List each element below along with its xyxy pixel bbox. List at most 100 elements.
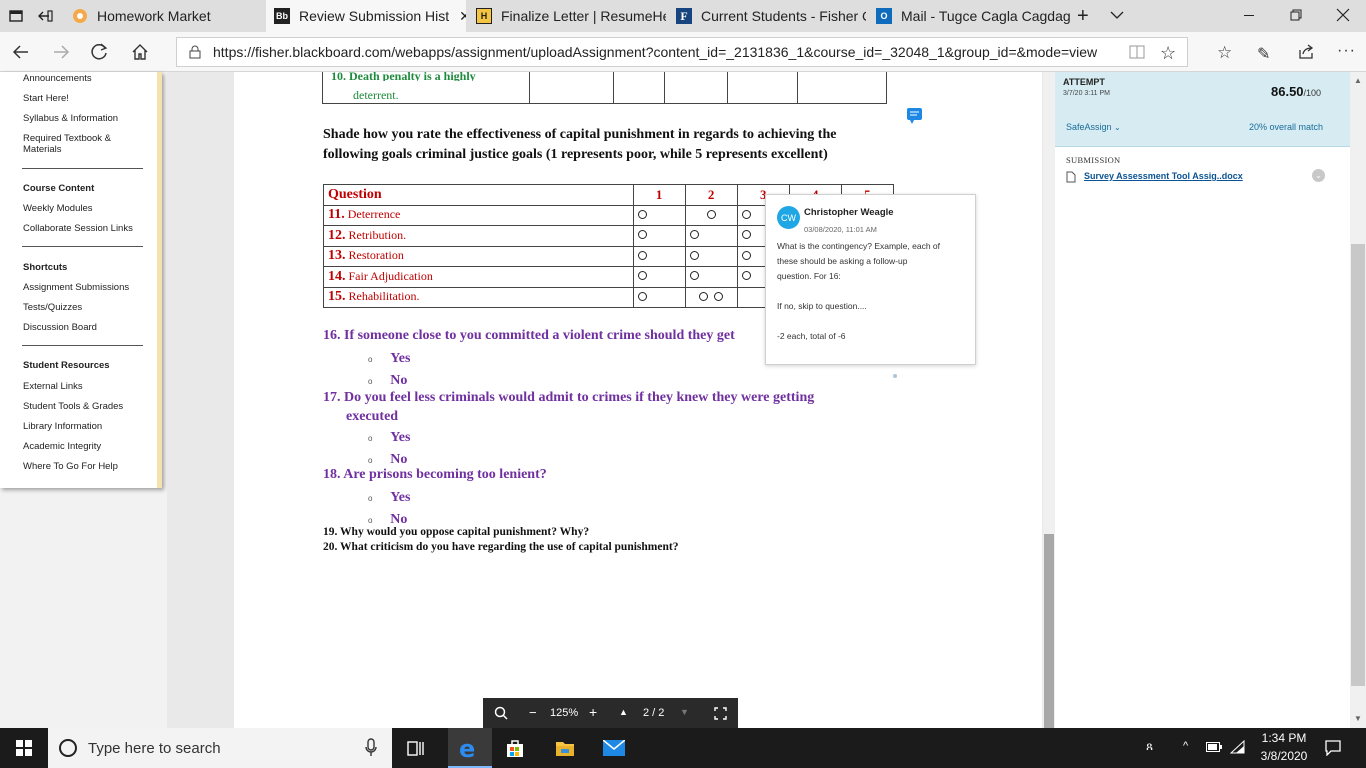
rating-cell[interactable] bbox=[684, 266, 738, 288]
tab-homework-market[interactable]: Homework Market bbox=[72, 0, 266, 32]
rating-cell[interactable] bbox=[684, 204, 738, 226]
sidebar-item-start-here[interactable]: Start Here! bbox=[23, 93, 69, 104]
sidebar-item-collaborate[interactable]: Collaborate Session Links bbox=[23, 223, 133, 234]
document-viewer-toolbar: − 125% + ▲ 2 / 2 ▼ bbox=[483, 698, 738, 728]
rating-cell[interactable] bbox=[632, 204, 686, 226]
clock-date[interactable]: 3/8/2020 bbox=[1255, 749, 1313, 763]
clock-time[interactable]: 1:34 PM bbox=[1259, 731, 1309, 745]
radio-option[interactable] bbox=[637, 291, 647, 301]
minimize-icon[interactable] bbox=[1244, 15, 1254, 16]
comment-marker-icon[interactable] bbox=[907, 108, 923, 128]
sidebar-item-textbook[interactable]: Required Textbook & bbox=[23, 133, 111, 144]
share-icon[interactable] bbox=[1297, 43, 1315, 61]
wifi-icon[interactable] bbox=[1230, 740, 1246, 754]
tab-mail[interactable]: O Mail - Tugce Cagla Cagdagu bbox=[868, 0, 1070, 32]
taskbar-search-box[interactable]: Type here to search bbox=[48, 728, 392, 768]
microsoft-store-icon[interactable] bbox=[505, 738, 525, 758]
radio-option[interactable] bbox=[689, 230, 699, 240]
page-scrollbar[interactable]: ▲ ▼ bbox=[1350, 72, 1366, 728]
fullscreen-icon[interactable] bbox=[714, 707, 727, 720]
restore-icon[interactable] bbox=[1290, 9, 1302, 21]
sidebar-item-weekly-modules[interactable]: Weekly Modules bbox=[23, 203, 93, 214]
more-options-icon[interactable]: ··· bbox=[1337, 42, 1356, 60]
sidebar-item-assignment-submissions[interactable]: Assignment Submissions bbox=[23, 282, 129, 293]
sidebar-item-academic-integrity[interactable]: Academic Integrity bbox=[23, 441, 101, 452]
next-page-icon[interactable]: ▼ bbox=[680, 707, 689, 717]
tab-list-chevron-icon[interactable] bbox=[1110, 9, 1124, 21]
home-icon[interactable] bbox=[131, 43, 149, 61]
radio-option[interactable] bbox=[637, 230, 647, 240]
file-options-chevron-icon[interactable]: ⌄ bbox=[1312, 169, 1325, 182]
radio-option[interactable] bbox=[741, 271, 751, 281]
refresh-icon[interactable] bbox=[91, 43, 109, 61]
rating-cell[interactable] bbox=[684, 225, 738, 247]
radio-option[interactable] bbox=[637, 271, 647, 281]
forward-icon[interactable] bbox=[52, 44, 70, 60]
safeassign-toggle[interactable]: SafeAssign ⌄ bbox=[1066, 122, 1121, 132]
microphone-icon[interactable] bbox=[365, 738, 377, 758]
show-hidden-icons-icon[interactable]: ^ bbox=[1183, 740, 1188, 752]
sidebar-item-external-links[interactable]: External Links bbox=[23, 381, 83, 392]
zoom-out-icon[interactable]: − bbox=[529, 705, 537, 720]
avatar: CW bbox=[777, 206, 800, 229]
reading-view-icon[interactable] bbox=[1129, 45, 1145, 59]
sidebar-item-discussion-board[interactable]: Discussion Board bbox=[23, 322, 97, 333]
rating-cell[interactable] bbox=[632, 266, 686, 288]
set-tabs-aside-icon[interactable] bbox=[36, 8, 54, 24]
file-explorer-icon[interactable] bbox=[555, 739, 575, 757]
rating-cell[interactable] bbox=[632, 225, 686, 247]
scroll-down-icon[interactable]: ▼ bbox=[1354, 714, 1362, 723]
sidebar-item-help[interactable]: Where To Go For Help bbox=[23, 461, 118, 472]
rating-cell[interactable] bbox=[632, 286, 686, 308]
sidebar-item-student-tools[interactable]: Student Tools & Grades bbox=[23, 401, 123, 412]
radio-option[interactable] bbox=[637, 209, 647, 219]
tab-finalize-letter[interactable]: H Finalize Letter | ResumeHelp bbox=[468, 0, 666, 32]
rating-cell[interactable] bbox=[684, 245, 738, 267]
scrollbar-thumb[interactable] bbox=[1351, 244, 1365, 686]
battery-icon[interactable] bbox=[1206, 742, 1222, 752]
submission-file-link[interactable]: Survey Assessment Tool Assig..docx bbox=[1084, 171, 1243, 181]
sidebar-item-tests-quizzes[interactable]: Tests/Quizzes bbox=[23, 302, 82, 313]
action-center-icon[interactable] bbox=[1325, 740, 1341, 756]
close-tab-icon[interactable]: ✕ bbox=[459, 8, 466, 25]
favorite-star-icon[interactable]: ☆ bbox=[1160, 43, 1176, 64]
scrollbar-thumb[interactable] bbox=[1044, 534, 1054, 728]
sidebar-item-library[interactable]: Library Information bbox=[23, 421, 102, 432]
scroll-up-icon[interactable]: ▲ bbox=[1354, 76, 1362, 85]
mail-icon[interactable] bbox=[603, 740, 625, 756]
radio-option[interactable] bbox=[699, 291, 709, 301]
new-tab-icon[interactable]: + bbox=[1077, 5, 1089, 28]
zoom-in-icon[interactable]: + bbox=[589, 704, 597, 720]
web-note-icon[interactable]: ✎ bbox=[1257, 44, 1270, 64]
radio-option[interactable] bbox=[741, 209, 751, 219]
task-view-icon[interactable] bbox=[407, 739, 425, 757]
radio-option[interactable] bbox=[741, 230, 751, 240]
safeassign-match[interactable]: 20% overall match bbox=[1249, 122, 1323, 132]
sidebar-item-textbook-materials[interactable]: Materials bbox=[23, 144, 62, 155]
people-icon[interactable]: ጸ bbox=[1146, 739, 1153, 754]
annotation-comment[interactable]: CW Christopher Weagle 03/08/2020, 11:01 … bbox=[765, 194, 976, 365]
previous-page-icon[interactable]: ▲ bbox=[619, 707, 628, 717]
radio-option[interactable] bbox=[741, 250, 751, 260]
sidebar-item-announcements[interactable]: Announcements bbox=[23, 73, 92, 84]
close-window-icon[interactable] bbox=[1336, 8, 1350, 22]
sidebar-item-syllabus[interactable]: Syllabus & Information bbox=[23, 113, 118, 124]
search-icon[interactable] bbox=[494, 706, 508, 720]
tab-review-submission[interactable]: Bb Review Submission Hist ✕ bbox=[266, 0, 466, 32]
sidebar-heading-course-content[interactable]: Course Content bbox=[23, 183, 94, 194]
windows-start-icon[interactable] bbox=[16, 740, 32, 756]
rating-cell[interactable] bbox=[684, 286, 738, 308]
taskbar-edge[interactable]: e bbox=[448, 728, 492, 768]
radio-option[interactable] bbox=[637, 250, 647, 260]
radio-option[interactable] bbox=[714, 291, 724, 301]
back-icon[interactable] bbox=[12, 44, 30, 60]
radio-option[interactable] bbox=[689, 271, 699, 281]
rating-cell[interactable] bbox=[632, 245, 686, 267]
radio-option[interactable] bbox=[689, 250, 699, 260]
tab-current-students[interactable]: F Current Students - Fisher Co bbox=[668, 0, 866, 32]
tab-actions-icon[interactable] bbox=[8, 8, 24, 24]
address-bar[interactable]: https://fisher.blackboard.com/webapps/as… bbox=[176, 37, 1188, 67]
radio-option[interactable] bbox=[706, 209, 716, 219]
favorites-list-icon[interactable]: ☆ bbox=[1217, 43, 1232, 63]
document-scrollbar[interactable] bbox=[1043, 72, 1055, 728]
